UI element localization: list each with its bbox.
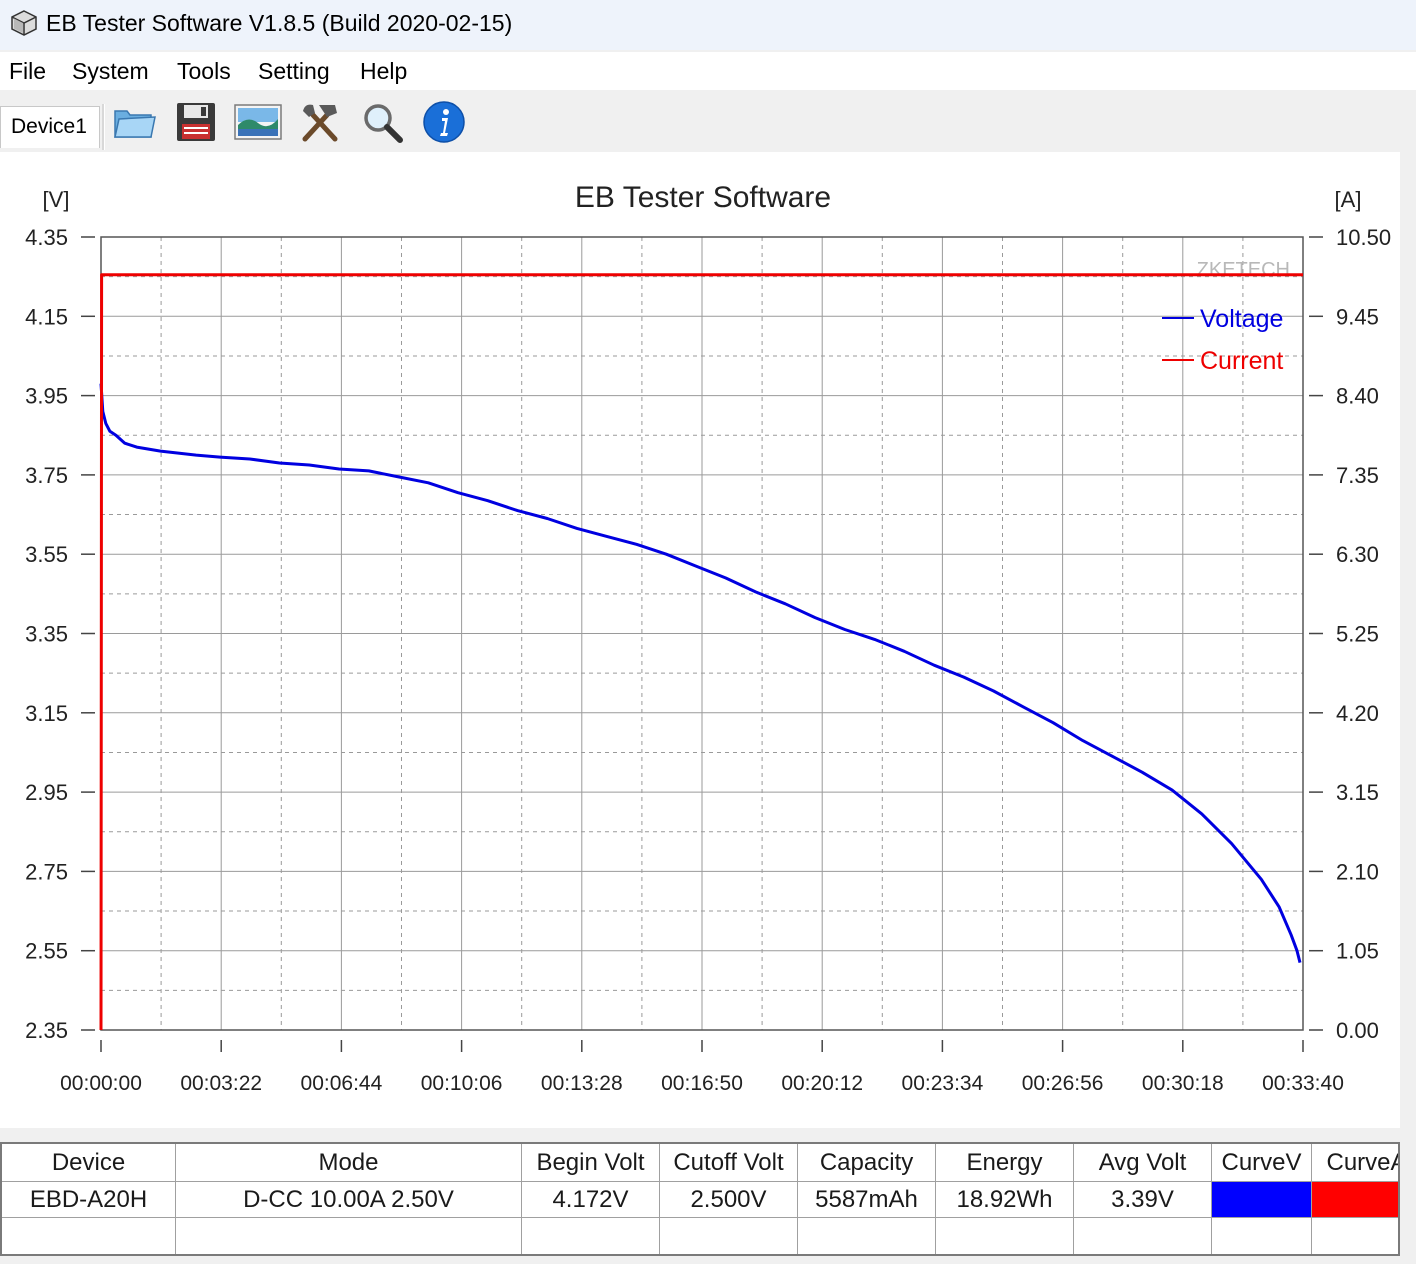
y-left-tick-label: 3.55 bbox=[25, 542, 68, 567]
x-tick-label: 00:23:34 bbox=[902, 1072, 984, 1095]
x-tick-label: 00:20:12 bbox=[781, 1072, 863, 1095]
tools-button[interactable] bbox=[294, 96, 346, 148]
legend-label-voltage: Voltage bbox=[1200, 305, 1283, 333]
table-cell: 2.500V bbox=[660, 1182, 798, 1218]
table-cell: EBD-A20H bbox=[2, 1182, 176, 1218]
column-header: Begin Volt bbox=[522, 1144, 660, 1182]
table-cell: 3.39V bbox=[1074, 1182, 1212, 1218]
column-header: Device bbox=[2, 1144, 176, 1182]
window-title: EB Tester Software V1.8.5 (Build 2020-02… bbox=[46, 10, 513, 36]
y-right-tick-label: 6.30 bbox=[1336, 542, 1379, 567]
column-header: Capacity bbox=[798, 1144, 936, 1182]
y-left-tick-label: 2.35 bbox=[25, 1018, 68, 1043]
menu-file[interactable]: File bbox=[9, 58, 46, 85]
y-left-tick-label: 3.15 bbox=[25, 701, 68, 726]
search-button[interactable] bbox=[356, 96, 408, 148]
save-button[interactable] bbox=[170, 96, 222, 148]
window-edge bbox=[1400, 152, 1416, 1264]
column-header: Cutoff Volt bbox=[660, 1144, 798, 1182]
menu-bar: File System Tools Setting Help bbox=[0, 52, 1416, 90]
curve-v-color-swatch[interactable] bbox=[1212, 1182, 1312, 1218]
empty-table-cell bbox=[1312, 1218, 1398, 1254]
legend-label-current: Current bbox=[1200, 347, 1283, 375]
discharge-chart: EB Tester Software [V] [A] ZKETECH 4.35 4.15 3… bbox=[25, 181, 1391, 1095]
app-icon bbox=[11, 10, 37, 36]
empty-table-cell bbox=[1074, 1218, 1212, 1254]
y-left-unit: [V] bbox=[43, 187, 70, 212]
y-right-tick-label: 9.45 bbox=[1336, 304, 1379, 329]
column-header: Energy bbox=[936, 1144, 1074, 1182]
info-icon bbox=[423, 101, 465, 143]
y-right-tick-label: 0.00 bbox=[1336, 1018, 1379, 1043]
y-left-tick-label: 2.75 bbox=[25, 859, 68, 884]
menu-system[interactable]: System bbox=[72, 58, 149, 85]
y-right-tick-label: 8.40 bbox=[1336, 384, 1379, 409]
column-header: CurveA bbox=[1312, 1144, 1398, 1182]
watermark: ZKETECH bbox=[1197, 259, 1290, 281]
hammer-wrench-icon bbox=[302, 104, 338, 142]
empty-table-cell bbox=[798, 1218, 936, 1254]
chart-title: EB Tester Software bbox=[575, 181, 831, 214]
info-button[interactable] bbox=[418, 96, 470, 148]
device-tab-label: Device1 bbox=[11, 115, 87, 138]
x-tick-label: 00:33:40 bbox=[1262, 1072, 1344, 1095]
x-tick-label: 00:16:50 bbox=[661, 1072, 743, 1095]
empty-table-cell bbox=[522, 1218, 660, 1254]
table-cell: 5587mAh bbox=[798, 1182, 936, 1218]
y-right-unit: [A] bbox=[1335, 187, 1362, 212]
y-left-tick-label: 4.15 bbox=[25, 304, 68, 329]
menu-help[interactable]: Help bbox=[360, 58, 407, 85]
table-cell: 18.92Wh bbox=[936, 1182, 1074, 1218]
empty-table-cell bbox=[660, 1218, 798, 1254]
chart-panel: EB Tester Software [V] [A] ZKETECH 4.35 4.15 3… bbox=[0, 152, 1400, 1128]
x-tick-label: 00:00:00 bbox=[60, 1072, 142, 1095]
picture-button[interactable] bbox=[232, 96, 284, 148]
x-tick-label: 00:26:56 bbox=[1022, 1072, 1104, 1095]
y-right-tick-label: 2.10 bbox=[1336, 859, 1379, 884]
column-header: Avg Volt bbox=[1074, 1144, 1212, 1182]
floppy-disk-icon bbox=[177, 103, 215, 141]
table-cell: D-CC 10.00A 2.50V bbox=[176, 1182, 522, 1218]
landscape-picture-icon bbox=[234, 104, 282, 140]
table-cell: 4.172V bbox=[522, 1182, 660, 1218]
x-tick-label: 00:06:44 bbox=[301, 1072, 383, 1095]
open-folder-button[interactable] bbox=[108, 96, 160, 148]
folder-icon bbox=[114, 110, 156, 138]
y-right-tick-label: 4.20 bbox=[1336, 701, 1379, 726]
y-left-tick-label: 3.95 bbox=[25, 384, 68, 409]
empty-table-cell bbox=[1212, 1218, 1312, 1254]
title-bar: EB Tester Software V1.8.5 (Build 2020-02… bbox=[0, 0, 1416, 50]
menu-setting[interactable]: Setting bbox=[258, 58, 330, 85]
y-right-tick-label: 10.50 bbox=[1336, 225, 1391, 250]
x-tick-label: 00:10:06 bbox=[421, 1072, 503, 1095]
menu-tools[interactable]: Tools bbox=[177, 58, 231, 85]
y-left-tick-label: 2.55 bbox=[25, 939, 68, 964]
y-left-tick-label: 2.95 bbox=[25, 780, 68, 805]
tab-device1[interactable]: Device1 bbox=[0, 106, 100, 148]
empty-table-cell bbox=[176, 1218, 522, 1254]
column-header: Mode bbox=[176, 1144, 522, 1182]
y-left-tick-label: 4.35 bbox=[25, 225, 68, 250]
y-right-tick-label: 5.25 bbox=[1336, 622, 1379, 647]
x-tick-label: 00:13:28 bbox=[541, 1072, 623, 1095]
y-right-tick-label: 3.15 bbox=[1336, 780, 1379, 805]
x-tick-label: 00:30:18 bbox=[1142, 1072, 1224, 1095]
x-tick-label: 00:03:22 bbox=[180, 1072, 262, 1095]
results-table: Device Mode Begin Volt Cutoff Volt Capacity E… bbox=[0, 1142, 1400, 1256]
empty-table-cell bbox=[2, 1218, 176, 1254]
empty-table-cell bbox=[936, 1218, 1074, 1254]
y-left-tick-label: 3.35 bbox=[25, 622, 68, 647]
toolbar: Device1 bbox=[0, 90, 1416, 154]
y-right-tick-label: 1.05 bbox=[1336, 939, 1379, 964]
y-right-tick-label: 7.35 bbox=[1336, 463, 1379, 488]
curve-a-color-swatch[interactable] bbox=[1312, 1182, 1398, 1218]
magnifier-icon bbox=[364, 104, 403, 143]
y-left-tick-label: 3.75 bbox=[25, 463, 68, 488]
column-header: CurveV bbox=[1212, 1144, 1312, 1182]
toolbar-separator bbox=[102, 104, 105, 150]
